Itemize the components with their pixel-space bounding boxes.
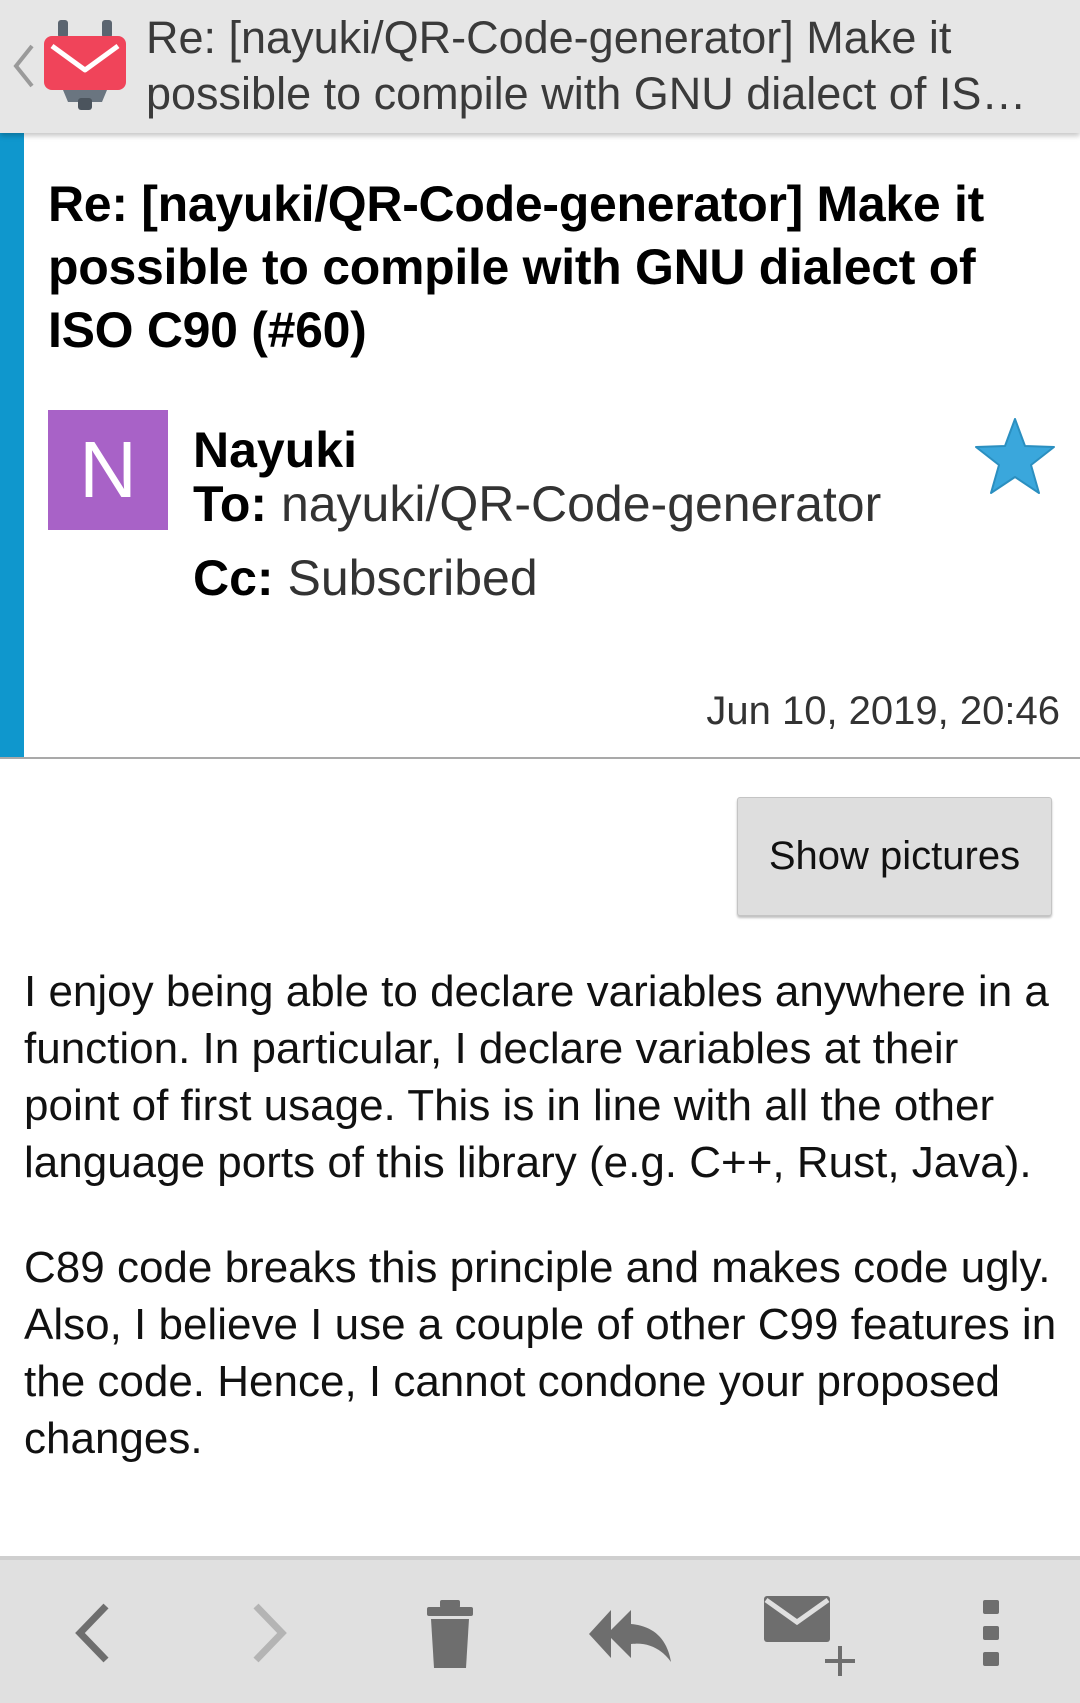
compose-icon[interactable]	[762, 1590, 858, 1676]
bottom-toolbar	[0, 1556, 1080, 1703]
next-icon[interactable]	[244, 1590, 294, 1676]
message-header: Re: [nayuki/QR-Code-generator] Make it p…	[0, 133, 1080, 759]
cc-label: Cc:	[193, 550, 274, 606]
star-icon[interactable]	[972, 415, 1058, 497]
message-paragraph: I enjoy being able to declare variables …	[24, 967, 1049, 1187]
chevron-left-icon[interactable]	[8, 40, 38, 92]
message-title-line-2: possible to compile with GNU dialect of …	[146, 68, 1027, 119]
subject: Re: [nayuki/QR-Code-generator] Make it p…	[48, 176, 984, 358]
message-date: Jun 10, 2019, 20:46	[706, 689, 1060, 733]
cc-value[interactable]: Subscribed	[287, 550, 537, 606]
account-color-stripe	[0, 133, 24, 757]
to-value[interactable]: nayuki/QR-Code-generator	[281, 476, 881, 532]
message-paragraph: C89 code breaks this principle and makes…	[24, 1243, 1057, 1463]
show-pictures-button[interactable]: Show pictures	[737, 797, 1052, 916]
overflow-menu-icon[interactable]	[978, 1590, 1004, 1676]
to-label: To:	[193, 476, 268, 532]
reply-all-icon[interactable]	[585, 1590, 675, 1676]
action-bar: Re: [nayuki/QR-Code-generator] Make it p…	[0, 0, 1080, 133]
message-title: Re: [nayuki/QR-Code-generator] Make it p…	[146, 10, 1066, 122]
k9-mail-logo-icon[interactable]	[40, 18, 130, 112]
cc-row: Cc: Subscribed	[193, 549, 538, 607]
to-row: To: nayuki/QR-Code-generator	[193, 475, 881, 533]
delete-icon[interactable]	[424, 1590, 476, 1676]
sender-name[interactable]: Nayuki	[193, 421, 357, 479]
message-title-line-1: Re: [nayuki/QR-Code-generator] Make it	[146, 12, 952, 63]
message-body: I enjoy being able to declare variables …	[24, 963, 1064, 1515]
sender-avatar[interactable]: N	[48, 410, 168, 530]
previous-icon[interactable]	[68, 1590, 118, 1676]
